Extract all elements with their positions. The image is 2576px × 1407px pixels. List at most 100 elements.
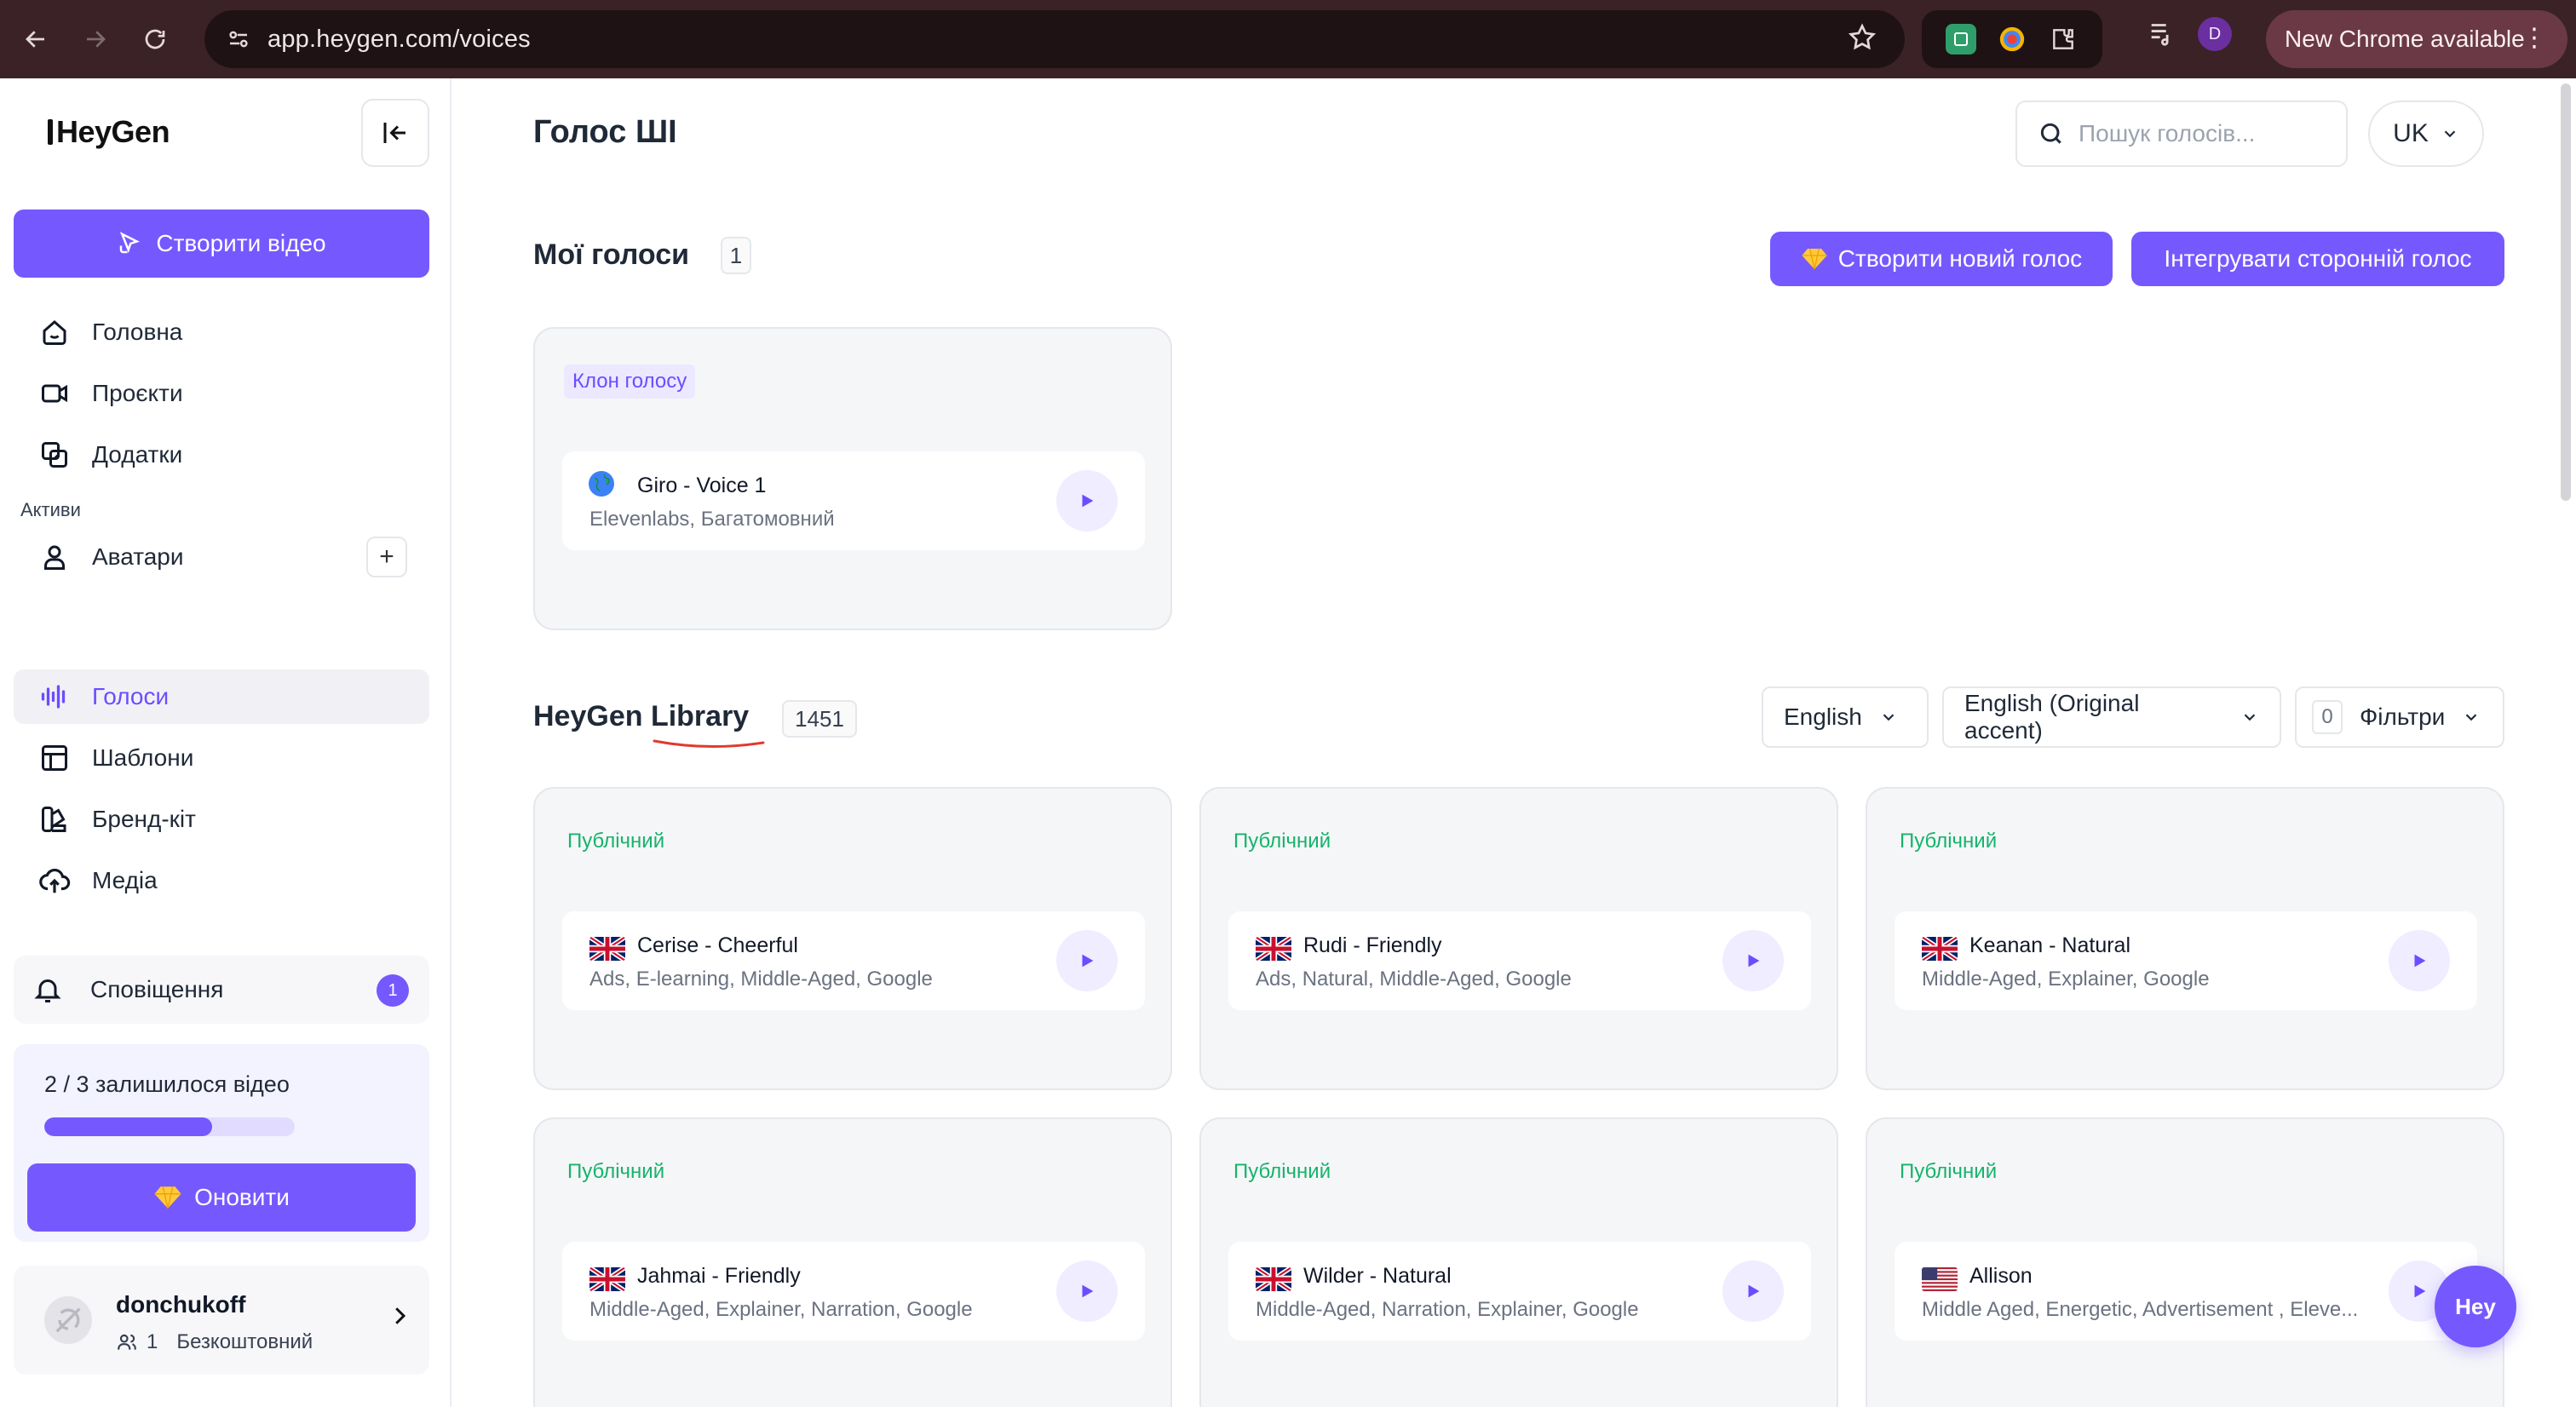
voice-meta: Middle-Aged, Narration, Explainer, Googl… bbox=[1256, 1298, 1639, 1321]
voice-name: Keanan - Natural bbox=[1969, 933, 2131, 957]
uk-flag-icon bbox=[589, 937, 625, 961]
library-voice-card[interactable]: Публічний Keanan - Natural Middle-Aged, … bbox=[1866, 787, 2504, 1090]
my-voice-card[interactable]: Клон голосу Giro - Voice 1 Elevenlabs, Б… bbox=[533, 327, 1172, 630]
voice-row[interactable]: Wilder - Natural Middle-Aged, Narration,… bbox=[1228, 1242, 1811, 1341]
cloud-upload-icon bbox=[37, 864, 72, 898]
sidebar-item-templates[interactable]: Шаблони bbox=[14, 731, 429, 785]
language-filter-select[interactable]: English bbox=[1762, 686, 1929, 748]
public-tag: Публічний bbox=[567, 830, 665, 853]
url-text: app.heygen.com/voices bbox=[267, 25, 531, 53]
sidebar-item-home[interactable]: Головна bbox=[14, 305, 429, 359]
library-voice-card[interactable]: Публічний Rudi - Friendly Ads, Natural, … bbox=[1199, 787, 1838, 1090]
diamond-icon bbox=[154, 1186, 181, 1209]
chat-assistant-button[interactable]: Hey bbox=[2435, 1266, 2516, 1347]
voice-row[interactable]: Cerise - Cheerful Ads, E-learning, Middl… bbox=[562, 911, 1145, 1010]
play-voice-button[interactable] bbox=[1056, 930, 1118, 991]
play-voice-button[interactable] bbox=[1722, 930, 1784, 991]
us-flag-icon bbox=[1922, 1267, 1958, 1291]
voice-clone-tag: Клон голосу bbox=[564, 365, 696, 399]
voice-row[interactable]: Allison Middle Aged, Energetic, Advertis… bbox=[1895, 1242, 2477, 1341]
reload-icon[interactable] bbox=[131, 15, 179, 63]
search-input[interactable] bbox=[2079, 120, 2334, 147]
sidebar-item-projects[interactable]: Проєкти bbox=[14, 366, 429, 421]
cursor-click-icon bbox=[120, 232, 141, 254]
voice-row[interactable]: Jahmai - Friendly Middle-Aged, Explainer… bbox=[562, 1242, 1145, 1341]
page-scrollbar[interactable] bbox=[2561, 83, 2571, 501]
sidebar-item-apps[interactable]: Додатки bbox=[14, 428, 429, 482]
library-voice-card[interactable]: Публічний Wilder - Natural Middle-Aged, … bbox=[1199, 1117, 1838, 1407]
site-settings-icon[interactable] bbox=[221, 22, 256, 56]
notifications-button[interactable]: Сповіщення 1 bbox=[14, 956, 429, 1024]
sidebar-item-label: Шаблони bbox=[92, 744, 194, 771]
chevron-down-icon bbox=[1883, 714, 1895, 721]
voice-name: Rudi - Friendly bbox=[1303, 933, 1442, 957]
play-icon bbox=[1748, 954, 1760, 968]
extension-green-icon[interactable] bbox=[1946, 24, 1976, 55]
filters-button[interactable]: 0 Фільтри bbox=[2295, 686, 2504, 748]
play-voice-button[interactable] bbox=[1056, 470, 1118, 531]
team-icon bbox=[118, 1334, 136, 1350]
create-video-button[interactable]: Створити відео bbox=[14, 210, 429, 278]
sidebar-item-label: Аватари bbox=[92, 543, 184, 570]
library-voice-card[interactable]: Публічний Allison Middle Aged, Energetic… bbox=[1866, 1117, 2504, 1407]
new-chrome-available-button[interactable]: New Chrome available ⋮ bbox=[2266, 10, 2567, 68]
voice-meta: Elevenlabs, Багатомовний bbox=[589, 508, 835, 531]
back-icon[interactable] bbox=[12, 15, 60, 63]
profile-avatar[interactable]: D bbox=[2198, 17, 2232, 51]
waveform-icon bbox=[37, 680, 72, 714]
forward-icon[interactable] bbox=[72, 15, 119, 63]
play-icon bbox=[1082, 1284, 1094, 1298]
user-plan: Безкоштовний bbox=[176, 1330, 313, 1353]
sidebar-item-label: Проєкти bbox=[92, 380, 183, 406]
media-controls-icon[interactable] bbox=[2147, 18, 2176, 51]
sidebar-item-brand-kit[interactable]: Бренд-кіт bbox=[14, 792, 429, 847]
extensions-puzzle-icon[interactable] bbox=[2048, 24, 2079, 55]
public-tag: Публічний bbox=[1233, 830, 1331, 853]
play-icon bbox=[1748, 1284, 1760, 1298]
videos-progress-bar bbox=[44, 1117, 295, 1136]
bookmark-star-icon[interactable] bbox=[1847, 22, 1877, 57]
bell-icon bbox=[31, 973, 65, 1007]
library-voice-card[interactable]: Публічний Cerise - Cheerful Ads, E-learn… bbox=[533, 787, 1172, 1090]
sidebar: HeyGen Створити відео Головна Проєкти До… bbox=[0, 78, 451, 1407]
sidebar-item-label: Головна bbox=[92, 319, 183, 345]
logo-text: HeyGen bbox=[56, 114, 170, 149]
chevron-down-icon bbox=[2466, 714, 2477, 721]
avatar bbox=[44, 1296, 92, 1344]
add-avatar-button[interactable]: + bbox=[366, 537, 407, 577]
extension-color-icon[interactable] bbox=[1997, 24, 2027, 55]
apps-icon bbox=[37, 438, 72, 472]
videos-progress-fill bbox=[44, 1117, 212, 1136]
create-new-voice-button[interactable]: Створити новий голос bbox=[1770, 232, 2113, 286]
new-chrome-label: New Chrome available bbox=[2285, 26, 2525, 52]
browser-toolbar: app.heygen.com/voices D New Chrome avail… bbox=[0, 0, 2576, 78]
language-select[interactable]: UK bbox=[2368, 100, 2484, 167]
plan-usage-card: 2 / 3 залишилося відео Оновити bbox=[14, 1044, 429, 1242]
integrate-third-party-voice-button[interactable]: Інтегрувати сторонній голос bbox=[2131, 232, 2504, 286]
voice-row[interactable]: Giro - Voice 1 Elevenlabs, Багатомовний bbox=[562, 451, 1145, 550]
collapse-sidebar-button[interactable] bbox=[361, 99, 429, 167]
play-voice-button[interactable] bbox=[1056, 1261, 1118, 1322]
diamond-icon bbox=[1802, 248, 1827, 270]
language-filter-value: English bbox=[1784, 704, 1862, 730]
address-bar[interactable]: app.heygen.com/voices bbox=[204, 10, 1905, 68]
public-tag: Публічний bbox=[1900, 830, 1998, 853]
play-voice-button[interactable] bbox=[2389, 930, 2450, 991]
notifications-label: Сповіщення bbox=[90, 976, 224, 1002]
voice-row[interactable]: Keanan - Natural Middle-Aged, Explainer,… bbox=[1895, 911, 2477, 1010]
upgrade-label: Оновити bbox=[194, 1184, 290, 1210]
play-voice-button[interactable] bbox=[1722, 1261, 1784, 1322]
accent-filter-value: English (Original accent) bbox=[1964, 690, 2140, 744]
voice-search[interactable] bbox=[2015, 100, 2348, 167]
heygen-logo[interactable]: HeyGen bbox=[48, 114, 170, 150]
voice-row[interactable]: Rudi - Friendly Ads, Natural, Middle-Age… bbox=[1228, 911, 1811, 1010]
sidebar-item-media[interactable]: Медіа bbox=[14, 853, 429, 908]
sidebar-item-voices[interactable]: Голоси bbox=[14, 669, 429, 724]
accent-filter-select[interactable]: English (Original accent) bbox=[1942, 686, 2281, 748]
library-voice-card[interactable]: Публічний Jahmai - Friendly Middle-Aged,… bbox=[533, 1117, 1172, 1407]
user-account-card[interactable]: donchukoff 1 Безкоштовний bbox=[14, 1266, 429, 1375]
create-new-voice-label: Створити новий голос bbox=[1837, 245, 2083, 272]
more-vertical-icon[interactable]: ⋮ bbox=[2521, 24, 2547, 53]
upgrade-button[interactable]: Оновити bbox=[27, 1163, 416, 1232]
chevron-down-icon bbox=[2444, 130, 2456, 138]
